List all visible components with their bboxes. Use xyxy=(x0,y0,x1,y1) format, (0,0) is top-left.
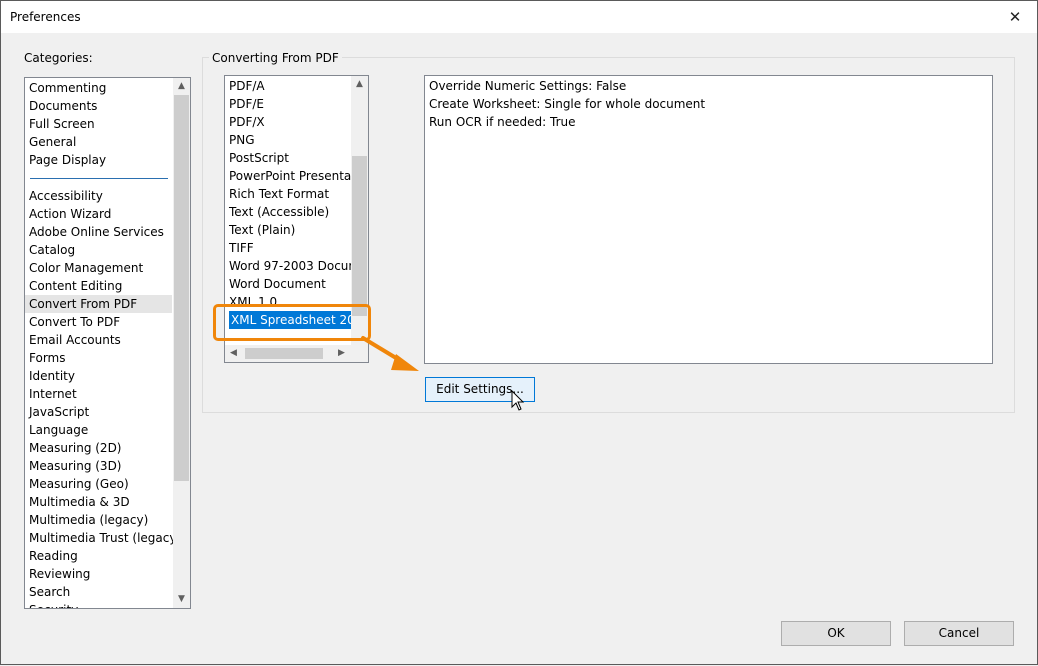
cancel-button[interactable]: Cancel xyxy=(904,621,1014,646)
mouse-cursor-icon xyxy=(511,390,525,411)
ok-label: OK xyxy=(827,626,845,640)
setting-line: Run OCR if needed: True xyxy=(429,115,576,129)
setting-line: Override Numeric Settings: False xyxy=(429,79,627,93)
cancel-label: Cancel xyxy=(938,626,980,640)
preferences-dialog: Preferences ✕ Categories: Commenting Docu… xyxy=(0,0,1038,665)
setting-line: Create Worksheet: Single for whole docum… xyxy=(429,97,706,111)
settings-summary: Override Numeric Settings: False Create W… xyxy=(424,75,993,364)
ok-button[interactable]: OK xyxy=(781,621,891,646)
